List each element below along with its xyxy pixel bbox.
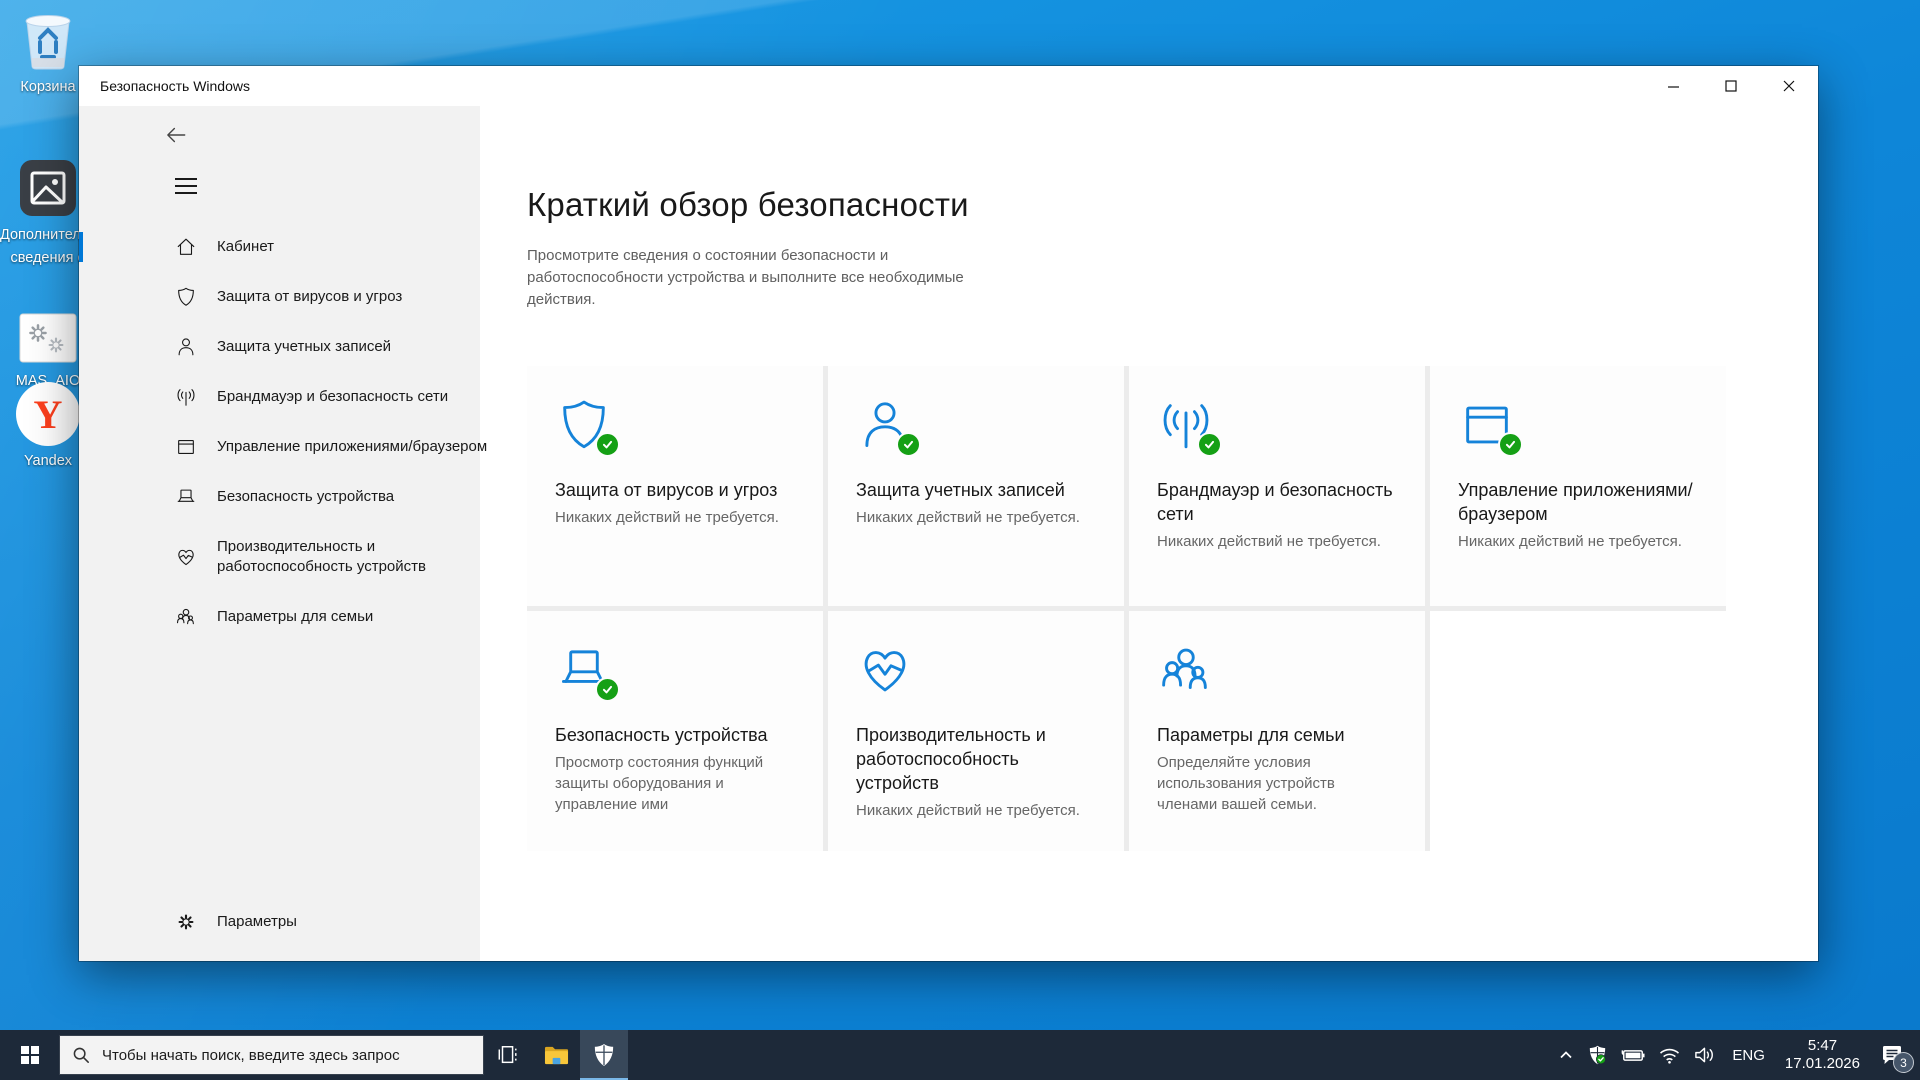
window-title: Безопасность Windows [79,78,1644,94]
sidebar: Кабинет Защита от вирусов и угроз Защита… [79,106,480,961]
desktop: Корзина Дополнительные сведения о MAS_AI… [0,0,1920,1080]
clock[interactable]: 5:47 17.01.2026 [1775,1037,1870,1073]
heart-pulse-icon [856,641,914,699]
card-status-text: Никаких действий не требуется. [856,800,1096,821]
security-tray-icon[interactable] [1581,1030,1614,1080]
status-ok-badge [595,432,620,457]
task-view-button[interactable] [484,1030,532,1080]
close-button[interactable] [1760,66,1818,106]
card-status-text: Никаких действий не требуется. [1157,531,1397,552]
heart-pulse-icon [175,546,197,568]
windows-security-taskbar-button[interactable] [580,1030,628,1080]
status-ok-badge [595,677,620,702]
notification-count-badge: 3 [1893,1052,1914,1073]
card-title: Параметры для семьи [1157,723,1397,747]
card-status-text: Просмотр состояния функций защиты оборуд… [555,752,795,815]
clock-time: 5:47 [1785,1037,1860,1055]
app-window-icon [175,436,197,458]
taskbar: Чтобы начать поиск, введите здесь запрос [0,1030,1920,1080]
action-center-button[interactable]: 3 [1870,1030,1920,1080]
sidebar-item-app-browser-control[interactable]: Управление приложениями/браузером [79,422,480,472]
card-virus-threat-protection[interactable]: Защита от вирусов и угроз Никаких действ… [527,366,823,606]
card-title: Защита учетных записей [856,478,1096,502]
titlebar[interactable]: Безопасность Windows [79,66,1818,106]
card-title: Защита от вирусов и угроз [555,478,795,502]
card-device-performance[interactable]: Производительность и работоспособность у… [828,611,1124,851]
back-button[interactable] [163,118,209,152]
main-content: Краткий обзор безопасности Просмотрите с… [480,106,1818,961]
sidebar-item-settings[interactable]: Параметры [79,897,480,947]
status-ok-badge [1498,432,1523,457]
shield-icon [175,286,197,308]
sidebar-nav: Кабинет Защита от вирусов и угроз Защита… [79,222,480,642]
card-status-text: Никаких действий не требуется. [856,507,1096,528]
family-icon [1157,641,1215,699]
maximize-button[interactable] [1702,66,1760,106]
volume-tray-icon[interactable] [1687,1030,1722,1080]
sidebar-item-home[interactable]: Кабинет [79,222,480,272]
card-title: Безопасность устройства [555,723,795,747]
family-icon [175,606,197,628]
battery-tray-icon[interactable] [1614,1030,1652,1080]
card-status-text: Никаких действий не требуется. [555,507,795,528]
taskbar-search-box[interactable]: Чтобы начать поиск, введите здесь запрос [59,1035,484,1075]
page-subtitle: Просмотрите сведения о состоянии безопас… [527,245,1007,311]
minimize-button[interactable] [1644,66,1702,106]
start-button[interactable] [0,1030,59,1080]
file-explorer-button[interactable] [532,1030,580,1080]
file-explorer-icon [544,1044,569,1066]
status-ok-badge [1197,432,1222,457]
language-indicator[interactable]: ENG [1722,1030,1775,1080]
laptop-icon [175,486,197,508]
card-title: Управление приложениями/браузером [1458,478,1698,526]
sidebar-item-firewall-network[interactable]: Брандмауэр и безопасность сети [79,372,480,422]
system-tray: ENG 5:47 17.01.2026 3 [1551,1030,1920,1080]
status-ok-badge [896,432,921,457]
sidebar-item-family-options[interactable]: Параметры для семьи [79,592,480,642]
back-arrow-icon [163,122,189,148]
gear-icon [175,911,197,933]
windows-logo-icon [21,1046,39,1064]
card-title: Производительность и работоспособность у… [856,723,1096,795]
windows-security-window: Безопасность Windows [79,66,1818,961]
person-icon [175,336,197,358]
card-status-text: Определяйте условия использования устрой… [1157,752,1397,815]
sidebar-item-virus-threat-protection[interactable]: Защита от вирусов и угроз [79,272,480,322]
network-icon [175,386,197,408]
home-icon [175,236,197,258]
card-app-browser-control[interactable]: Управление приложениями/браузером Никаки… [1430,366,1726,606]
sidebar-item-account-protection[interactable]: Защита учетных записей [79,322,480,372]
wifi-tray-icon[interactable] [1652,1030,1687,1080]
card-firewall-network[interactable]: Брандмауэр и безопасность сети Никаких д… [1129,366,1425,606]
card-status-text: Никаких действий не требуется. [1458,531,1698,552]
cards-grid: Защита от вирусов и угроз Никаких действ… [527,366,1726,851]
recycle-bin-icon [0,8,96,72]
card-family-options[interactable]: Параметры для семьи Определяйте условия … [1129,611,1425,851]
card-title: Брандмауэр и безопасность сети [1157,478,1397,526]
clock-date: 17.01.2026 [1785,1055,1860,1073]
page-title: Краткий обзор безопасности [527,186,1818,224]
sidebar-item-device-security[interactable]: Безопасность устройства [79,472,480,522]
search-icon [72,1046,90,1064]
search-placeholder: Чтобы начать поиск, введите здесь запрос [102,1047,400,1064]
chevron-up-icon [1558,1047,1574,1063]
card-account-protection[interactable]: Защита учетных записей Никаких действий … [828,366,1124,606]
task-view-icon [497,1044,519,1066]
menu-button[interactable] [175,178,197,194]
cards-grid-empty-cell [1430,611,1726,851]
security-shield-icon [593,1043,615,1067]
card-device-security[interactable]: Безопасность устройства Просмотр состоян… [527,611,823,851]
sidebar-item-device-performance[interactable]: Производительность и работоспособность у… [79,522,480,592]
show-hidden-icons-button[interactable] [1551,1030,1581,1080]
yandex-letter: Y [16,382,80,446]
selected-indicator [79,232,83,262]
